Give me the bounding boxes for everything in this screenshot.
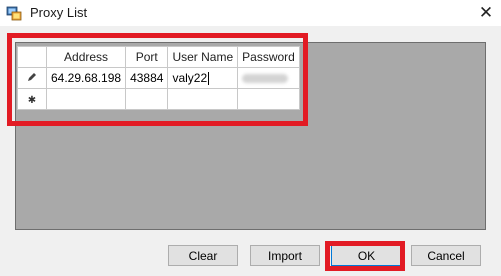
table-row-new: ✱ (17, 88, 300, 110)
cell-address[interactable]: 64.29.68.198 (45, 67, 127, 89)
new-row-asterisk-icon: ✱ (27, 95, 37, 106)
clear-button[interactable]: Clear (168, 245, 238, 266)
title-bar: Proxy List ✕ (0, 0, 501, 26)
proxy-grid: Address Port User Name Password 64.29.68… (17, 46, 300, 110)
import-button[interactable]: Import (250, 245, 320, 266)
cell-user-name-new[interactable] (167, 88, 239, 110)
table-row: 64.29.68.198 43884 valy22 (17, 67, 300, 89)
blurred-password (242, 74, 289, 84)
cell-address-new[interactable] (45, 88, 127, 110)
column-header-address[interactable]: Address (45, 46, 127, 68)
proxy-list-app-icon (6, 6, 22, 21)
column-header-port[interactable]: Port (125, 46, 169, 68)
grid-header-row: Address Port User Name Password (17, 46, 300, 68)
row-header-editing[interactable] (17, 67, 47, 89)
cell-port[interactable]: 43884 (125, 67, 169, 89)
cell-user-name[interactable]: valy22 (167, 67, 239, 89)
close-button[interactable]: ✕ (471, 0, 501, 26)
row-header-new[interactable]: ✱ (17, 88, 47, 110)
column-header-password[interactable]: Password (237, 46, 300, 68)
column-header-user-name[interactable]: User Name (167, 46, 239, 68)
pencil-icon (28, 73, 36, 81)
cell-password-new[interactable] (237, 88, 300, 110)
close-icon: ✕ (478, 3, 494, 22)
cell-password[interactable] (237, 67, 300, 89)
cancel-button[interactable]: Cancel (411, 245, 481, 266)
user-name-value: valy22 (172, 70, 208, 85)
text-caret (208, 72, 210, 86)
cell-port-new[interactable] (125, 88, 169, 110)
grid-corner-header (17, 46, 47, 68)
window-title: Proxy List (30, 5, 88, 20)
ok-button[interactable]: OK (331, 245, 402, 266)
